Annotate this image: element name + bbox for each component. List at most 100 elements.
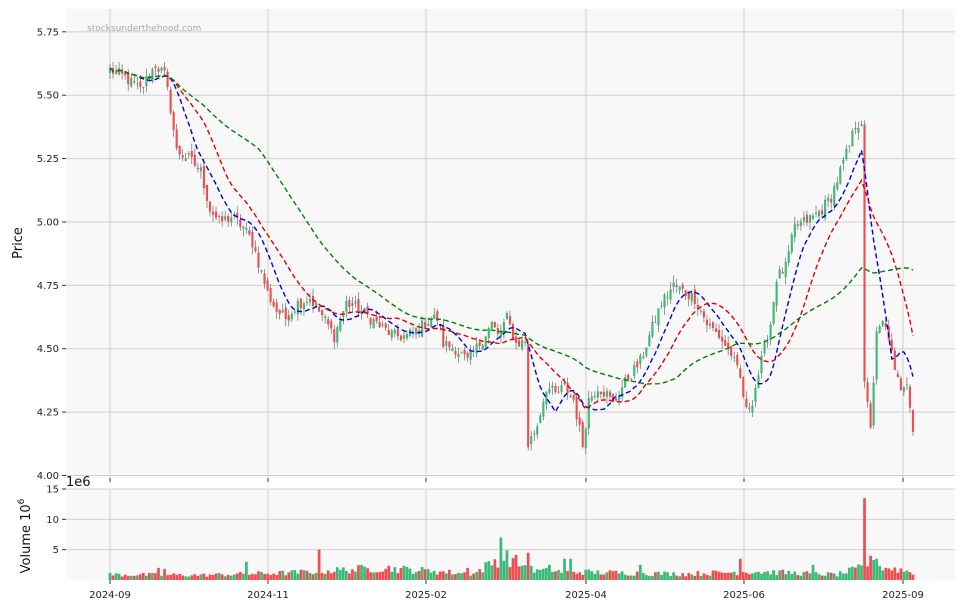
x-tick-label: 2024-11 [247, 590, 289, 601]
candle-body [357, 299, 360, 312]
candle-body [378, 322, 381, 328]
candle-body [769, 324, 772, 341]
candle-body [663, 294, 666, 308]
candle-body [481, 344, 484, 350]
candle-body [384, 323, 387, 328]
volume-bar [448, 569, 451, 580]
volume-bar [251, 573, 254, 580]
candle-body [284, 307, 287, 320]
volume-bar [505, 550, 509, 580]
volume-bar [308, 572, 312, 580]
candle-body [714, 328, 718, 332]
volume-bar [860, 565, 863, 580]
volume-bar [460, 573, 463, 580]
volume-bar [296, 573, 300, 580]
candle-body [290, 313, 293, 320]
candle-body [272, 301, 275, 307]
candle-body [524, 341, 527, 344]
candle-body [702, 311, 705, 318]
volume-bar [620, 571, 624, 580]
candle-body [478, 341, 481, 347]
candle-body [902, 387, 905, 392]
volume-bar [241, 573, 245, 580]
candle-body [911, 410, 915, 432]
volume-bar [426, 569, 430, 580]
volume-bar [151, 572, 154, 580]
volume-bar [217, 573, 221, 580]
volume-bar [269, 575, 272, 580]
candle-body [266, 280, 269, 291]
volume-bar [257, 571, 260, 580]
volume-bar [429, 572, 433, 580]
volume-bar [317, 549, 321, 580]
volume-offset-label: 1e6 [66, 475, 91, 490]
volume-bar [126, 575, 130, 580]
volume-bar [390, 571, 394, 580]
volume-bar [490, 565, 494, 580]
candle-body [593, 396, 596, 398]
volume-bar [248, 574, 251, 580]
volume-bar [854, 567, 857, 580]
candle-body [736, 354, 739, 366]
candle-body [854, 127, 857, 130]
volume-bar [417, 570, 421, 580]
candle-body [336, 327, 339, 343]
candle-body [748, 407, 751, 409]
candle-body [321, 310, 324, 316]
candle-body [281, 310, 284, 313]
candle-body [630, 379, 633, 381]
volume-bar [338, 569, 342, 580]
candle-body [433, 314, 436, 320]
volume-bar [211, 574, 215, 580]
volume-bar [196, 575, 200, 580]
volume-bar [375, 572, 379, 580]
volume-bar [648, 575, 651, 580]
volume-bar [817, 574, 821, 580]
volume-bar [641, 573, 645, 580]
volume-bar [190, 575, 194, 580]
candle-body [454, 351, 457, 355]
volume-bar [114, 573, 118, 580]
volume-bar [911, 574, 915, 580]
candle-body [796, 224, 799, 226]
volume-bar [454, 574, 457, 580]
volume-bar [120, 576, 124, 580]
volume-bar [202, 573, 206, 580]
candle-body [490, 321, 493, 329]
volume-bar [590, 571, 594, 580]
candle-body [505, 312, 509, 320]
volume-bar [763, 572, 766, 580]
volume-bar [548, 564, 551, 580]
volume-bar [572, 571, 575, 580]
candle-body [451, 348, 454, 352]
volume-bar [366, 568, 369, 580]
volume-bar [175, 574, 179, 580]
volume-bar [205, 576, 209, 580]
volume-bar [754, 572, 757, 580]
volume-bar [523, 565, 527, 580]
candle-body [211, 211, 215, 216]
volume-bar [232, 574, 236, 580]
candle-body [814, 212, 818, 214]
volume-y-axis-label-base: Volume 10 [19, 504, 34, 573]
candle-body [566, 382, 569, 394]
volume-bar [623, 574, 627, 580]
candle-body [584, 428, 587, 449]
volume-bar [541, 568, 545, 580]
candle-body [463, 349, 466, 355]
volume-bar [893, 567, 897, 580]
volume-y-axis-label: Volume 106 [17, 498, 34, 573]
volume-bar [654, 572, 657, 580]
volume-bar [141, 572, 145, 580]
candle-body [460, 352, 463, 354]
candle-body [811, 215, 815, 219]
candle-body [308, 299, 312, 303]
candle-body [251, 231, 254, 248]
candle-body [639, 355, 642, 364]
volume-bar [157, 567, 160, 580]
volume-bar [493, 559, 497, 580]
candle-body [442, 324, 445, 348]
volume-bar [363, 566, 366, 580]
candle-body [527, 343, 530, 448]
candle-body [530, 435, 533, 445]
